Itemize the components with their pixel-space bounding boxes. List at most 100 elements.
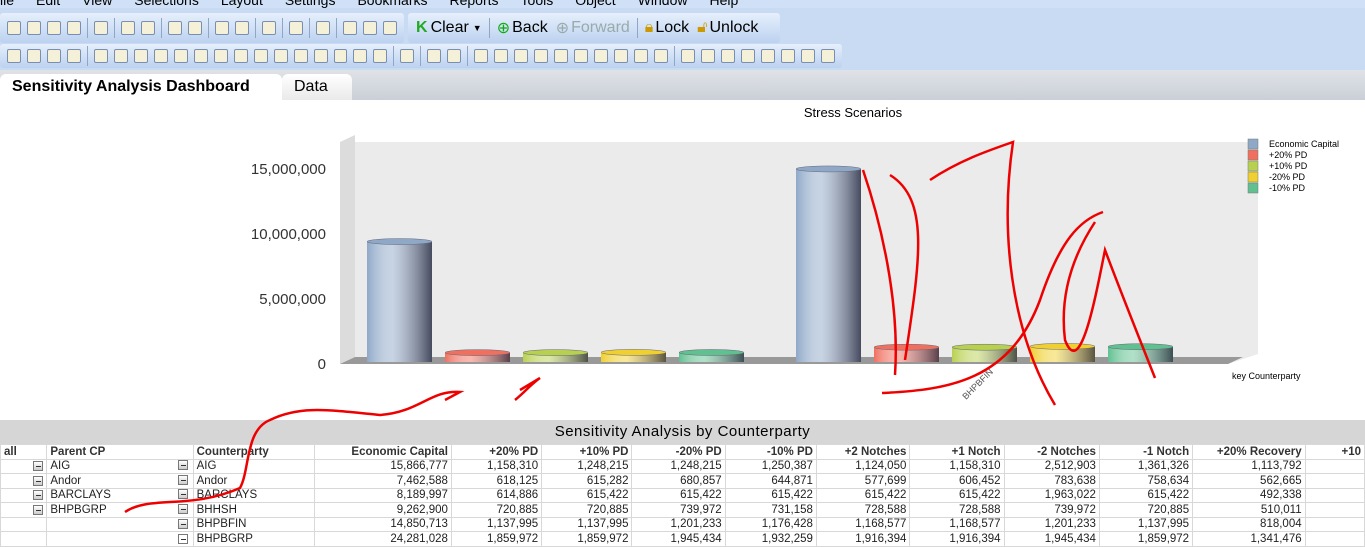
toolbar-icon-button[interactable] [27, 21, 41, 35]
toolbar-icon-button[interactable] [133, 49, 148, 63]
column-header[interactable]: +1 Notch [909, 444, 1005, 460]
menu-tools[interactable]: Tools [521, 0, 554, 8]
toolbar-icon-button[interactable] [594, 49, 609, 63]
collapse-icon[interactable] [33, 461, 44, 472]
toolbar-icon-button[interactable] [67, 21, 81, 35]
collapse-icon[interactable] [177, 533, 188, 544]
menu-edit[interactable]: Edit [36, 0, 60, 8]
menu-reports[interactable]: Reports [450, 0, 499, 8]
toolbar-icon-button[interactable] [193, 49, 208, 63]
toolbar-icon-button[interactable] [681, 49, 695, 63]
toolbar-icon-button[interactable] [634, 49, 649, 63]
toolbar-icon-button[interactable] [574, 49, 589, 63]
menu-object[interactable]: Object [575, 0, 615, 8]
toolbar-icon-button[interactable] [253, 49, 268, 63]
column-header[interactable]: Parent CP [46, 444, 194, 460]
toolbar-icon-button[interactable] [168, 21, 182, 35]
toolbar-icon-button[interactable] [313, 49, 328, 63]
column-header[interactable]: +20% Recovery [1192, 444, 1306, 460]
collapse-icon[interactable] [177, 519, 188, 530]
tab-data[interactable]: Data [282, 74, 352, 102]
toolbar-icon-button[interactable] [700, 49, 715, 63]
collapse-icon[interactable] [177, 489, 188, 500]
toolbar-icon-button[interactable] [7, 21, 21, 35]
column-header[interactable]: -10% PD [724, 444, 817, 460]
toolbar-icon-button[interactable] [7, 49, 21, 63]
toolbar-icon-button[interactable] [141, 21, 155, 35]
toolbar-icon-button[interactable] [235, 21, 249, 35]
toolbar-icon-button[interactable] [494, 49, 509, 63]
toolbar-icon-button[interactable] [233, 49, 248, 63]
column-header[interactable]: +10% PD [541, 444, 633, 460]
menu-selections[interactable]: Selections [134, 0, 199, 8]
menu-bookmarks[interactable]: Bookmarks [357, 0, 427, 8]
toolbar-icon-button[interactable] [363, 21, 377, 35]
menu-settings[interactable]: Settings [285, 0, 336, 8]
collapse-icon[interactable] [33, 490, 44, 501]
toolbar-icon-button[interactable] [94, 21, 108, 35]
column-header[interactable]: +20% PD [450, 444, 543, 460]
menu-window[interactable]: Window [638, 0, 688, 8]
toolbar-icon-button[interactable] [293, 49, 308, 63]
toolbar-icon-button[interactable] [333, 49, 348, 63]
tab-sensitivity-analysis-dashboard[interactable]: Sensitivity Analysis Dashboard [0, 74, 282, 102]
toolbar-icon-button[interactable] [273, 49, 288, 63]
toolbar-icon-button[interactable] [215, 21, 229, 35]
column-header[interactable]: -1 Notch [1098, 444, 1194, 460]
toolbar-icon-button[interactable] [760, 49, 775, 63]
toolbar-icon-button[interactable] [47, 21, 61, 35]
toolbar-icon-button[interactable] [46, 49, 61, 63]
toolbar-icon-button[interactable] [614, 49, 629, 63]
collapse-icon[interactable] [177, 460, 188, 471]
toolbar-icon-button[interactable] [26, 49, 41, 63]
column-header[interactable]: -2 Notches [1003, 444, 1100, 460]
toolbar-icon-button[interactable] [534, 49, 549, 63]
toolbar-icon-button[interactable] [740, 49, 755, 63]
collapse-icon[interactable] [33, 475, 44, 486]
toolbar-icon-button[interactable] [780, 49, 795, 63]
toolbar-icon-button[interactable] [373, 49, 388, 63]
toolbar-icon-button[interactable] [153, 49, 168, 63]
forward-button[interactable]: ⊕ Forward [556, 18, 630, 38]
toolbar-icon-button[interactable] [353, 49, 368, 63]
legend-label[interactable]: +10% PD [1269, 161, 1308, 171]
toolbar-icon-button[interactable] [800, 49, 815, 63]
toolbar-icon-button[interactable] [213, 49, 228, 63]
collapse-icon[interactable] [177, 503, 188, 514]
toolbar-icon-button[interactable] [173, 49, 188, 63]
column-header[interactable]: +2 Notches [815, 444, 911, 460]
column-header[interactable]: -20% PD [631, 444, 726, 460]
toolbar-icon-button[interactable] [383, 21, 397, 35]
back-button[interactable]: ⊕ Back [497, 18, 548, 38]
menu-help[interactable]: Help [709, 0, 738, 8]
toolbar-icon-button[interactable] [343, 21, 357, 35]
toolbar-icon-button[interactable] [820, 49, 835, 63]
legend-label[interactable]: +20% PD [1269, 150, 1308, 160]
toolbar-icon-button[interactable] [400, 49, 415, 63]
toolbar-icon-button[interactable] [121, 21, 135, 35]
unlock-button[interactable]: 🔓︎ Unlock [697, 19, 758, 37]
toolbar-icon-button[interactable] [93, 49, 108, 63]
legend-label[interactable]: -20% PD [1269, 172, 1306, 182]
toolbar-icon-button[interactable] [654, 49, 668, 63]
toolbar-icon-button[interactable] [554, 49, 569, 63]
column-header[interactable]: all [0, 444, 48, 460]
collapse-icon[interactable] [33, 504, 44, 515]
menu-layout[interactable]: Layout [221, 0, 263, 8]
column-header[interactable]: +10 [1304, 444, 1365, 460]
collapse-icon[interactable] [177, 474, 188, 485]
toolbar-icon-button[interactable] [113, 49, 128, 63]
toolbar-icon-button[interactable] [188, 21, 202, 35]
column-header[interactable]: ●Counterparty [192, 444, 315, 460]
toolbar-icon-button[interactable] [447, 49, 462, 63]
toolbar-icon-button[interactable] [427, 49, 442, 63]
toolbar-icon-button[interactable] [289, 21, 303, 35]
lock-button[interactable]: 🔒︎ Lock [645, 19, 689, 37]
toolbar-icon-button[interactable] [474, 49, 489, 63]
menu-view[interactable]: View [82, 0, 112, 8]
toolbar-icon-button[interactable] [720, 49, 735, 63]
clear-button[interactable]: K Clear ▼ [416, 19, 482, 37]
legend-label[interactable]: -10% PD [1269, 183, 1306, 193]
legend-label[interactable]: Economic Capital [1269, 139, 1339, 149]
column-header[interactable]: Economic Capital [313, 444, 452, 460]
